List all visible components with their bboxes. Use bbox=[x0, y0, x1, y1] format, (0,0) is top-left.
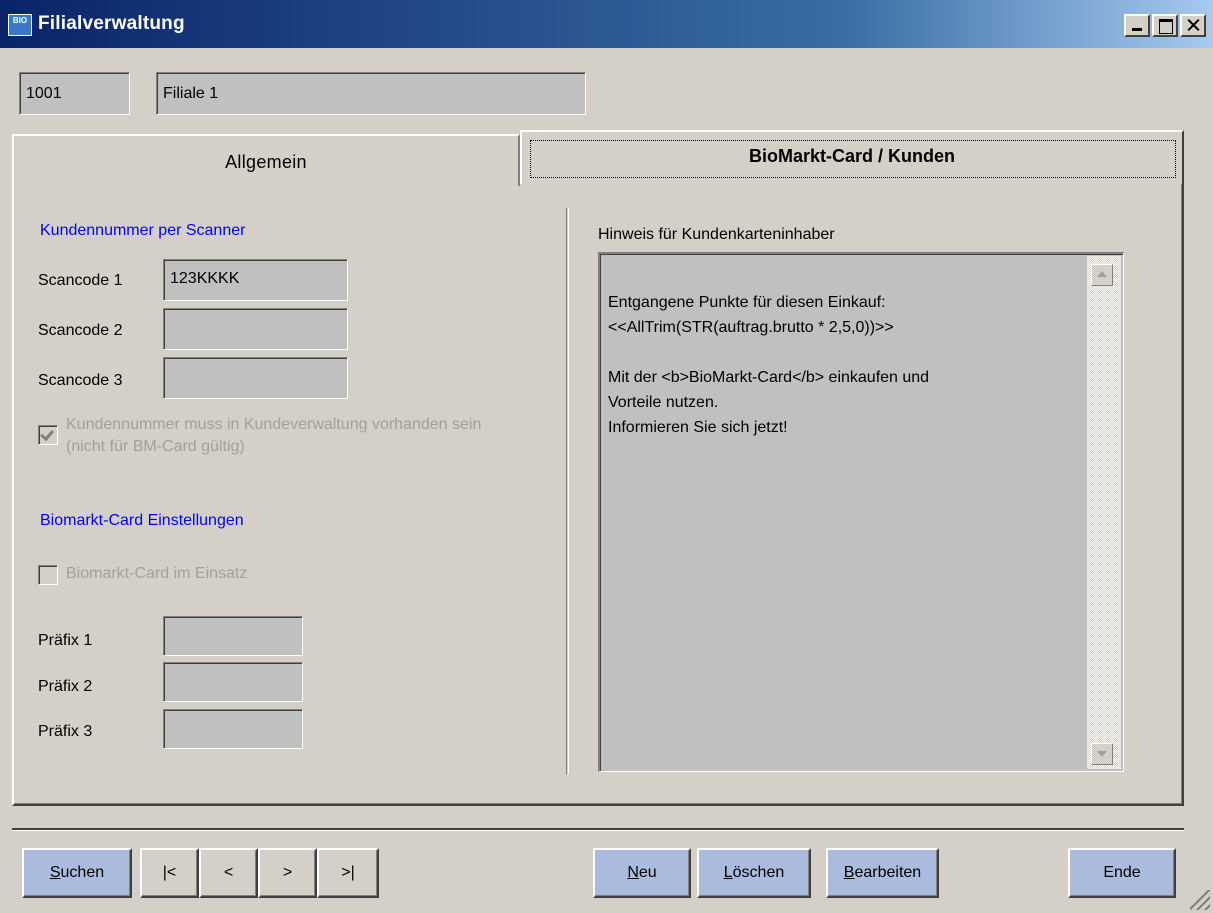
biomarkt-heading: Biomarkt-Card Einstellungen bbox=[40, 512, 244, 529]
neu-mnemonic: N bbox=[627, 864, 639, 881]
scancode-1-input[interactable]: 123KKKK bbox=[163, 259, 348, 301]
footer-separator bbox=[12, 828, 1184, 831]
branch-number-field[interactable]: 1001 bbox=[19, 72, 130, 115]
kundennummer-required-checkbox[interactable] bbox=[38, 425, 58, 445]
branch-name-field[interactable]: Filiale 1 bbox=[156, 72, 586, 115]
praefix-1-input[interactable] bbox=[163, 616, 303, 656]
scancode-2-input[interactable] bbox=[163, 308, 348, 350]
praefix-3-input[interactable] bbox=[163, 709, 303, 749]
kundennummer-required-label: Kundennummer muss in Kundeverwaltung vor… bbox=[66, 416, 482, 455]
resize-grip-icon[interactable] bbox=[1190, 890, 1210, 910]
checkmark-icon bbox=[40, 426, 54, 442]
next-record-button[interactable]: > bbox=[258, 848, 317, 898]
praefix-2-input[interactable] bbox=[163, 662, 303, 702]
tab-allgemein[interactable]: Allgemein bbox=[12, 134, 520, 186]
loeschen-label: öschen bbox=[732, 864, 785, 881]
hinweis-label: Hinweis für Kundenkarteninhaber bbox=[598, 226, 835, 243]
hinweis-text: Entgangene Punkte für diesen Einkauf: <<… bbox=[608, 294, 930, 436]
minimize-icon bbox=[1126, 16, 1148, 35]
app-icon[interactable]: BIO bbox=[8, 14, 32, 36]
scancode-3-label: Scancode 3 bbox=[38, 372, 123, 389]
biomarkt-active-checkbox[interactable] bbox=[38, 565, 58, 585]
bearbeiten-button[interactable]: Bearbeiten bbox=[826, 848, 939, 898]
ende-button[interactable]: Ende bbox=[1068, 848, 1176, 898]
praefix-1-label: Präfix 1 bbox=[38, 632, 93, 649]
suchen-button[interactable]: Suchen bbox=[22, 848, 132, 898]
hinweis-textarea[interactable]: Entgangene Punkte für diesen Einkauf: <<… bbox=[598, 252, 1124, 772]
praefix-3-label: Präfix 3 bbox=[38, 723, 93, 740]
biomarkt-active-label: Biomarkt-Card im Einsatz bbox=[66, 565, 248, 582]
bearbeiten-label: earbeiten bbox=[854, 864, 922, 881]
title-bar[interactable]: BIO Filialverwaltung bbox=[0, 0, 1213, 48]
panel-divider bbox=[566, 208, 569, 774]
scancode-2-label: Scancode 2 bbox=[38, 322, 123, 339]
loeschen-button[interactable]: Löschen bbox=[697, 848, 811, 898]
maximize-icon bbox=[1154, 16, 1176, 35]
close-button[interactable] bbox=[1180, 14, 1206, 37]
tab-label: BioMarkt-Card / Kunden bbox=[748, 146, 955, 166]
scroll-up-button[interactable] bbox=[1091, 264, 1113, 286]
scroll-down-button[interactable] bbox=[1091, 743, 1113, 765]
minimize-button[interactable] bbox=[1124, 14, 1150, 37]
previous-record-button[interactable]: < bbox=[199, 848, 258, 898]
maximize-button[interactable] bbox=[1152, 14, 1178, 37]
first-record-button[interactable]: |< bbox=[140, 848, 199, 898]
vertical-scrollbar[interactable] bbox=[1087, 256, 1121, 769]
scancode-1-label: Scancode 1 bbox=[38, 272, 123, 289]
neu-button[interactable]: Neu bbox=[593, 848, 691, 898]
close-icon bbox=[1182, 16, 1204, 35]
neu-label: eu bbox=[638, 864, 657, 881]
loeschen-mnemonic: L bbox=[723, 864, 733, 881]
bearbeiten-mnemonic: B bbox=[843, 864, 855, 881]
window-title: Filialverwaltung bbox=[38, 13, 185, 34]
scancode-3-input[interactable] bbox=[163, 357, 348, 399]
tab-biomarkt-card-kunden[interactable]: BioMarkt-Card / Kunden bbox=[520, 130, 1184, 184]
scanner-heading: Kundennummer per Scanner bbox=[40, 222, 246, 239]
suchen-label: uchen bbox=[60, 864, 105, 881]
praefix-2-label: Präfix 2 bbox=[38, 678, 93, 695]
suchen-mnemonic: S bbox=[49, 864, 61, 881]
last-record-button[interactable]: >| bbox=[317, 848, 379, 898]
